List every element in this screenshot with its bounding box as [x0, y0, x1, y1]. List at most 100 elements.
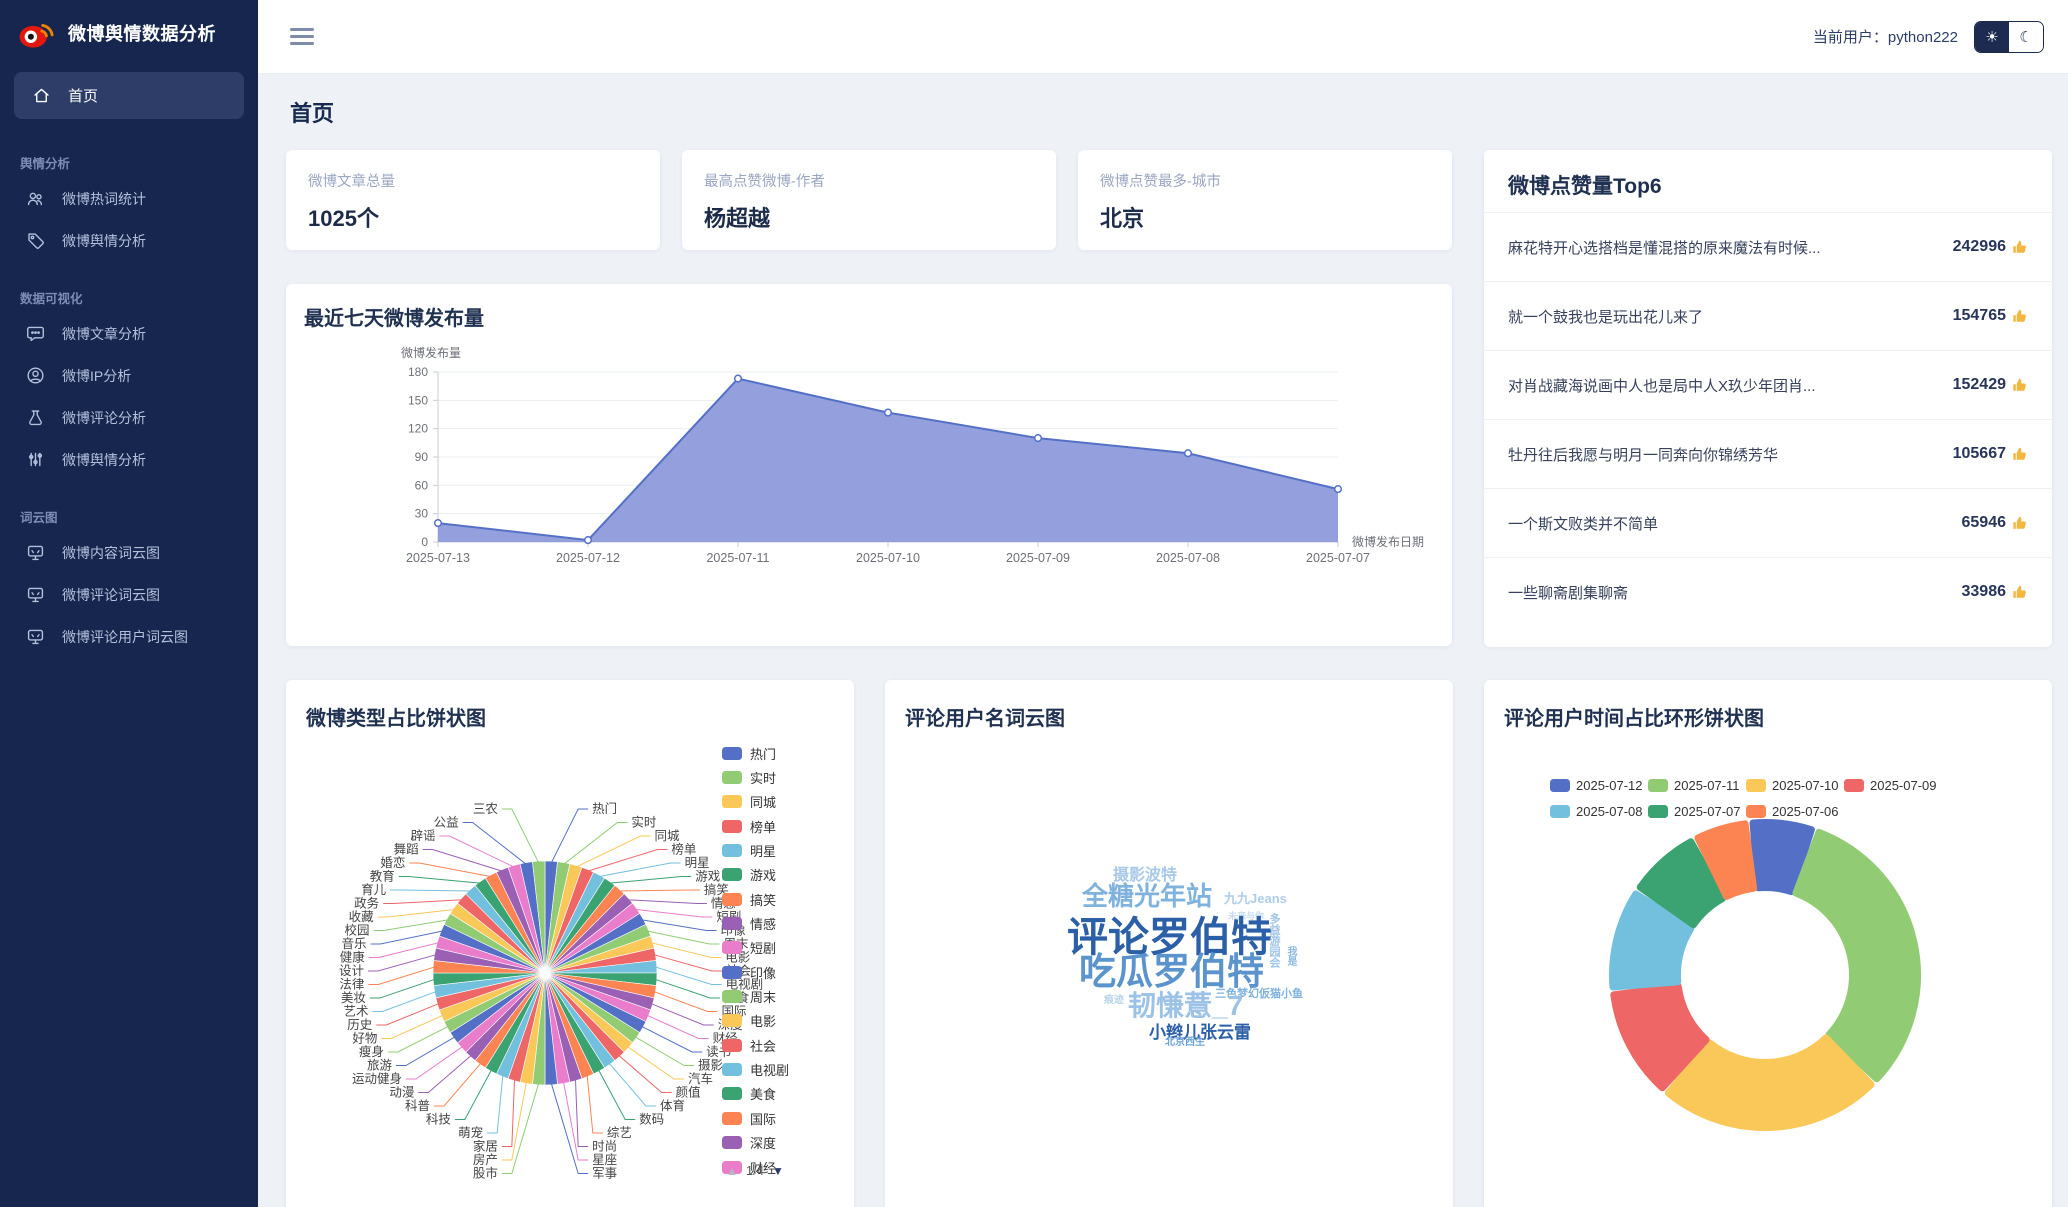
light-mode-icon[interactable]: ☀ [1975, 22, 2009, 52]
stat-card: 微博文章总量1025个 [286, 150, 660, 250]
pie-legend-item[interactable]: 美食 [722, 1082, 789, 1106]
svg-text:军事: 军事 [592, 1167, 617, 1181]
like-rank-row[interactable]: 一些聊斋剧集聊斋33986 [1484, 557, 2052, 626]
svg-text:辟谣: 辟谣 [410, 828, 435, 843]
like-rank-row[interactable]: 麻花特开心选搭档是懂混搭的原来魔法有时候...242996 [1484, 212, 2052, 281]
sidebar-item-微博评论用户词云图[interactable]: 微博评论用户词云图 [0, 616, 258, 658]
pie-legend-item[interactable]: 搞笑 [722, 887, 789, 911]
line-chart[interactable]: 03060901201501802025-07-132025-07-122025… [304, 331, 1434, 631]
donut-legend-item[interactable]: 2025-07-07 [1648, 798, 1746, 824]
pie-legend-item[interactable]: 实时 [722, 765, 789, 789]
sidebar-item-home[interactable]: 首页 [14, 72, 244, 119]
line-chart-title: 最近七天微博发布量 [304, 302, 1434, 331]
like-rank-row[interactable]: 就一个鼓我也是玩出花儿来了 154765 [1484, 281, 2052, 350]
legend-swatch [1844, 779, 1864, 792]
legend-page-up-icon[interactable]: ▲ [726, 1164, 738, 1178]
like-count: 154765 [1953, 307, 2028, 325]
pie-legend-item[interactable]: 印像 [722, 960, 789, 984]
legend-label: 情感 [750, 914, 776, 933]
wordcloud-word[interactable]: 韧慊薏_7 [1128, 992, 1243, 1020]
stat-label: 最高点赞微博-作者 [704, 170, 1034, 191]
svg-text:0: 0 [421, 535, 428, 549]
pie-legend-item[interactable]: 社会 [722, 1033, 789, 1057]
svg-text:历史: 历史 [347, 1018, 373, 1032]
legend-page-down-icon[interactable]: ▼ [772, 1164, 784, 1178]
sidebar-item-微博评论词云图[interactable]: 微博评论词云图 [0, 574, 258, 616]
wordcloud-word[interactable]: 多益游园会 [1268, 913, 1279, 968]
sidebar-item-微博舆情分析[interactable]: 微博舆情分析 [0, 439, 258, 481]
like-rank-row[interactable]: 牡丹往后我愿与明月一同奔向你锦绣芳华105667 [1484, 419, 2052, 488]
legend-swatch [722, 844, 742, 857]
svg-text:动漫: 动漫 [389, 1086, 414, 1100]
sidebar-item-微博内容词云图[interactable]: 微博内容词云图 [0, 532, 258, 574]
weibo-post-title: 就一个鼓我也是玩出花儿来了 [1508, 306, 1703, 327]
monitor-icon [26, 543, 46, 563]
pie-legend-item[interactable]: 周末 [722, 984, 789, 1008]
wordcloud-word[interactable]: 吃瓜罗伯特 [1079, 953, 1264, 990]
wordcloud-word[interactable]: 九九Jeans [1224, 892, 1287, 905]
pie-legend-item[interactable]: 国际 [722, 1106, 789, 1130]
legend-swatch [722, 747, 742, 760]
pie-legend-item[interactable]: 短剧 [722, 936, 789, 960]
wordcloud-word[interactable]: 北京西生 [1165, 1038, 1205, 1048]
svg-text:政务: 政务 [354, 896, 379, 911]
pie-legend-item[interactable]: 游戏 [722, 863, 789, 887]
like-rank-list: 麻花特开心选搭档是懂混搭的原来魔法有时候...242996就一个鼓我也是玩出花儿… [1484, 212, 2052, 626]
svg-text:婚恋: 婚恋 [380, 855, 405, 870]
legend-swatch [1648, 779, 1668, 792]
legend-swatch [1746, 779, 1766, 792]
wordcloud-panel: 评论用户名词云图 摄影波特全糖光年站九九Jeans未来与你评论罗伯特多益游园会吃… [885, 680, 1453, 1207]
like-count: 65946 [1962, 514, 2029, 532]
like-rank-row[interactable]: 对肖战藏海说画中人也是局中人X玖少年团肖...152429 [1484, 350, 2052, 419]
wordcloud-word[interactable]: 全糖光年站 [1082, 883, 1212, 909]
sidebar-item-微博IP分析[interactable]: 微博IP分析 [0, 355, 258, 397]
sidebar-item-微博评论分析[interactable]: 微博评论分析 [0, 397, 258, 439]
svg-text:星座: 星座 [592, 1152, 617, 1167]
svg-text:设计: 设计 [339, 963, 364, 978]
wordcloud-word[interactable]: 我是 [1285, 946, 1295, 966]
sidebar-item-label: 微博评论分析 [62, 408, 146, 428]
svg-text:收藏: 收藏 [349, 910, 375, 924]
pie-legend-item[interactable]: 深度 [722, 1131, 789, 1155]
legend-label: 电影 [750, 1011, 776, 1030]
sidebar-item-微博热词统计[interactable]: 微博热词统计 [0, 178, 258, 220]
pie-legend-item[interactable]: 电影 [722, 1009, 789, 1033]
svg-text:颜值: 颜值 [676, 1085, 701, 1100]
menu-toggle-icon[interactable] [290, 24, 314, 50]
donut-legend-item[interactable]: 2025-07-09 [1844, 772, 1942, 798]
sidebar-item-微博舆情分析[interactable]: 微博舆情分析 [0, 220, 258, 262]
pie-legend-item[interactable]: 热门 [722, 741, 789, 765]
legend-label: 印像 [750, 963, 776, 982]
like-rank-row[interactable]: 一个斯文败类并不简单65946 [1484, 488, 2052, 557]
sidebar-item-微博文章分析[interactable]: 微博文章分析 [0, 313, 258, 355]
pie-legend-item[interactable]: 明星 [722, 838, 789, 862]
pie-legend-item[interactable]: 情感 [722, 911, 789, 935]
dark-mode-icon[interactable]: ☾ [2009, 22, 2043, 52]
donut-legend-item[interactable]: 2025-07-10 [1746, 772, 1844, 798]
legend-swatch [722, 771, 742, 784]
line-chart-panel: 最近七天微博发布量 03060901201501802025-07-132025… [286, 284, 1452, 646]
pie-legend-item[interactable]: 榜单 [722, 814, 789, 838]
pie-legend-item[interactable]: 同城 [722, 790, 789, 814]
legend-swatch [722, 893, 742, 906]
donut-legend-item[interactable]: 2025-07-11 [1648, 772, 1746, 798]
svg-text:旅游: 旅游 [367, 1059, 393, 1073]
pie-legend-pager: ▲ 1/4 ▼ [726, 1163, 784, 1178]
pie-legend-item[interactable]: 电视剧 [722, 1057, 789, 1081]
donut-legend-item[interactable]: 2025-07-08 [1550, 798, 1648, 824]
svg-text:2025-07-12: 2025-07-12 [556, 551, 620, 565]
donut-legend-item[interactable]: 2025-07-06 [1746, 798, 1844, 824]
svg-text:公益: 公益 [434, 816, 459, 830]
svg-text:瘦身: 瘦身 [359, 1044, 384, 1059]
app-logo-row: 微博舆情数据分析 [0, 0, 258, 64]
legend-page-indicator: 1/4 [746, 1163, 764, 1178]
stat-card: 微博点赞最多-城市北京 [1078, 150, 1452, 250]
legend-label: 明星 [750, 841, 776, 860]
donut-chart[interactable] [1484, 680, 2052, 1207]
donut-legend: 2025-07-122025-07-112025-07-102025-07-09… [1550, 772, 1942, 824]
legend-swatch [722, 1039, 742, 1052]
wordcloud-word[interactable]: 痕迹 [1104, 996, 1124, 1006]
user-circle-icon [26, 366, 46, 386]
svg-text:2025-07-13: 2025-07-13 [406, 551, 470, 565]
donut-legend-item[interactable]: 2025-07-12 [1550, 772, 1648, 798]
